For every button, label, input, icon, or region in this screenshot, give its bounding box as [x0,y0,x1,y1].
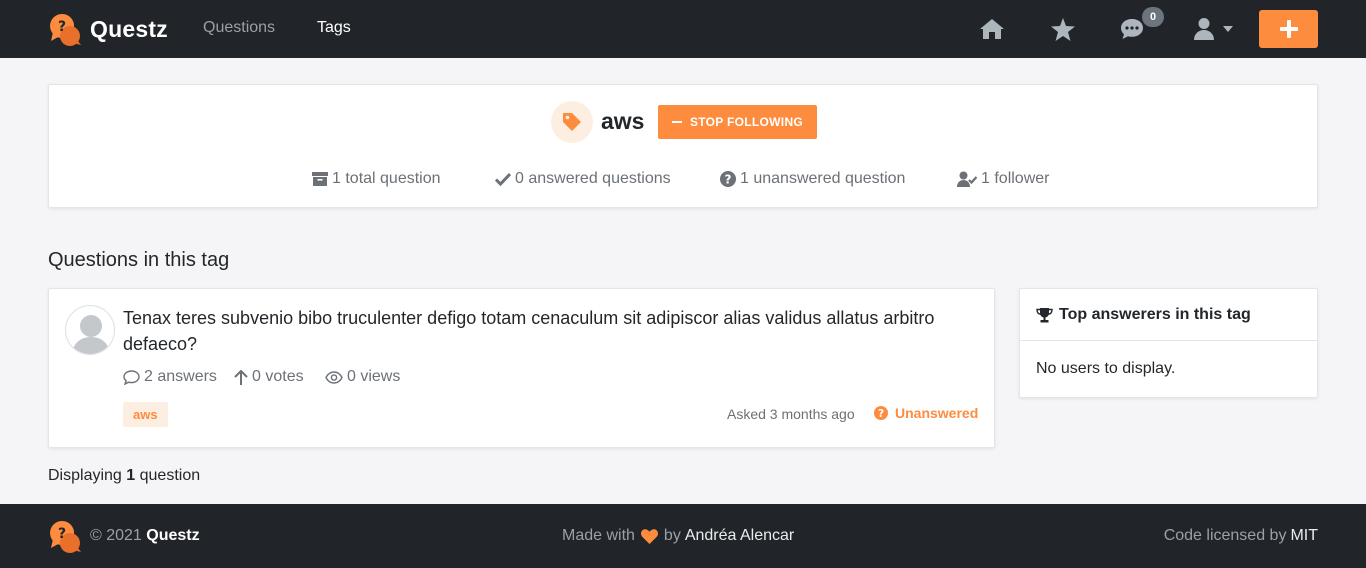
plus-icon [1279,20,1298,38]
question-circle-icon: ? [720,171,736,187]
footer-brand: ? © 2021 Questz [48,520,200,553]
top-answerers-title: Top answerers in this tag [1059,305,1251,323]
section-title: Questions in this tag [48,249,230,271]
minus-icon [671,121,682,123]
tag-icon [551,101,593,143]
question-title-link[interactable]: Tenax teres subvenio bibo truculenter de… [123,305,973,357]
question-votes-count: 0 votes [234,368,304,386]
question-answers-count: 2 answers [123,368,217,386]
stat-total-questions: 1 total question [312,170,441,188]
site-footer: ? © 2021 Questz Made with by Andréa Alen… [0,504,1366,568]
star-icon[interactable] [1050,16,1076,42]
pagination-prefix: Displaying [48,467,122,484]
questz-logo-icon: ? [50,521,81,553]
question-views-count: 0 views [325,368,400,386]
messages-count-badge: 0 [1142,7,1164,27]
archive-icon [312,172,328,186]
question-circle-icon: ? [874,406,888,420]
questz-logo-icon: ? [50,14,81,46]
messages-icon[interactable] [1119,16,1145,42]
top-answerers-card: Top answerers in this tag No users to di… [1019,288,1318,398]
trophy-icon [1036,307,1053,322]
footer-author-link[interactable]: Andréa Alencar [685,527,794,545]
svg-text:?: ? [725,173,732,187]
footer-copyright: © 2021 Questz [90,527,200,545]
nav-link-questions[interactable]: Questions [203,19,275,37]
tag-title: aws [601,108,645,134]
question-card: Tenax teres subvenio bibo truculenter de… [48,288,995,448]
new-question-button[interactable] [1259,10,1318,48]
question-asked-time: Asked 3 months ago [727,406,855,422]
user-menu-dropdown[interactable] [1193,16,1243,42]
brand-name[interactable]: Questz [90,16,168,43]
stat-unanswered-questions: ? 1 unanswered question [720,170,905,188]
author-avatar[interactable] [65,305,115,355]
pagination-summary: Displaying 1 question [48,467,200,485]
question-status: ? Unanswered [874,405,978,421]
answers-label: 2 answers [144,368,217,385]
footer-by: by [663,527,681,544]
brand-logo-link[interactable]: ? Questz [48,12,168,46]
svg-text:?: ? [58,526,66,542]
status-label: Unanswered [895,405,979,421]
views-label: 0 views [347,368,401,385]
footer-license-link[interactable]: MIT [1290,527,1318,544]
stat-answered-questions: 0 answered questions [495,170,671,188]
footer-brand-name: Questz [146,527,200,544]
comment-icon [123,369,140,385]
pagination-count: 1 [126,467,136,484]
heart-icon [640,528,658,544]
tag-header-card: aws STOP FOLLOWING 1 total question 0 an… [48,84,1318,208]
pagination-suffix: question [139,467,201,484]
svg-text:?: ? [58,19,66,35]
votes-label: 0 votes [252,368,304,385]
footer-license: Code licensed by MIT [1164,527,1318,545]
user-icon [1194,18,1214,40]
stat-unanswered-label: 1 unanswered question [740,170,906,187]
footer-copyright-year: © 2021 [90,527,142,544]
footer-made-with: Made with [562,527,635,544]
home-icon[interactable] [979,16,1005,42]
user-check-icon [957,171,977,187]
arrow-up-icon [234,369,248,385]
top-navbar: ? Questz Questions Tags 0 [0,0,1366,58]
stat-answered-label: 0 answered questions [515,170,671,187]
footer-license-text: Code licensed by [1163,527,1287,544]
question-tag-aws[interactable]: aws [123,402,168,427]
nav-link-tags[interactable]: Tags [317,19,351,37]
top-answerers-header: Top answerers in this tag [1020,289,1317,341]
caret-down-icon [1223,26,1233,32]
stop-following-button[interactable]: STOP FOLLOWING [658,105,817,139]
svg-text:?: ? [878,408,884,420]
footer-credits: Made with by Andréa Alencar [562,527,794,545]
stat-total-label: 1 total question [332,170,441,187]
top-answerers-empty-state: No users to display. [1036,360,1176,377]
check-icon [495,172,511,186]
eye-icon [325,370,343,384]
stat-followers: 1 follower [957,170,1049,188]
stat-followers-label: 1 follower [981,170,1050,187]
stop-following-label: STOP FOLLOWING [689,115,804,129]
